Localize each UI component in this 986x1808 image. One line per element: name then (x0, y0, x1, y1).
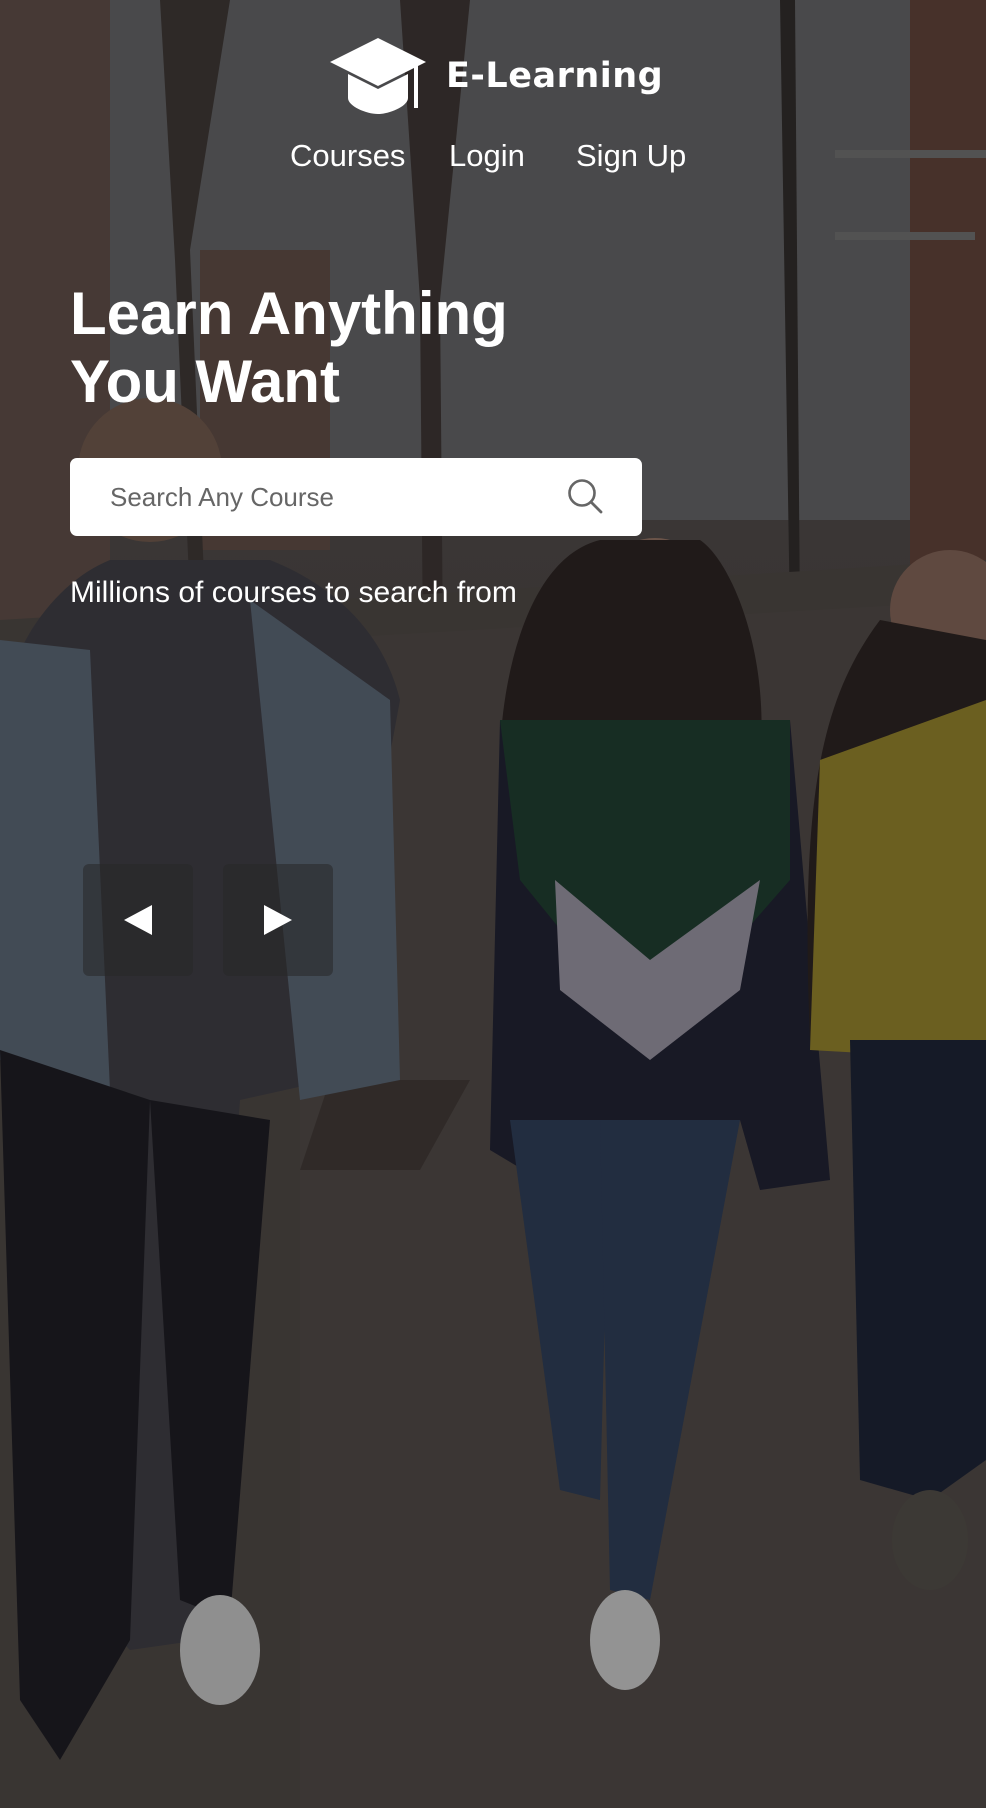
carousel-next-button[interactable] (223, 864, 333, 976)
nav-login-link[interactable]: Login (449, 138, 525, 174)
triangle-left-icon (124, 905, 152, 935)
graduation-cap-icon (330, 38, 426, 114)
main-nav: Courses Login Sign Up (0, 138, 986, 182)
triangle-right-icon (264, 905, 292, 935)
carousel-prev-button[interactable] (83, 864, 193, 976)
headline-line-1: Learn Anything (70, 280, 508, 347)
search-input[interactable] (110, 467, 550, 527)
search-icon[interactable] (566, 477, 604, 515)
search-box (70, 458, 642, 536)
hero-headline: Learn Anything You Want (70, 280, 630, 416)
brand-logo[interactable]: E-Learning (328, 36, 663, 116)
headline-line-2: You Want (70, 348, 340, 415)
nav-courses-link[interactable]: Courses (290, 138, 405, 174)
brand-name: E-Learning (446, 56, 664, 96)
hero-subtitle: Millions of courses to search from (70, 576, 517, 609)
nav-signup-link[interactable]: Sign Up (576, 138, 686, 174)
